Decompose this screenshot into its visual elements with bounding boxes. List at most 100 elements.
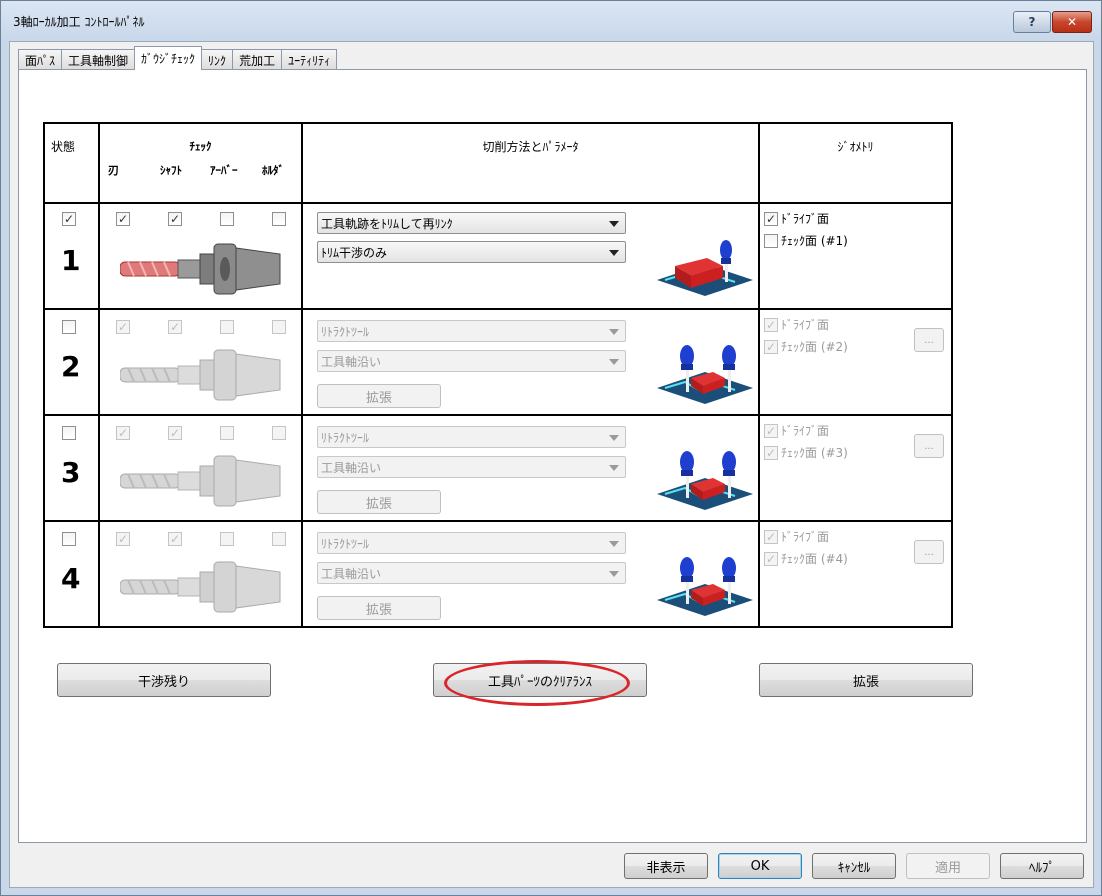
method-cell: 工具軌跡をﾄﾘﾑして再ﾘﾝｸ ﾄﾘﾑ干渉のみ — [301, 202, 760, 310]
row2-number: 2 — [61, 350, 81, 383]
tab-link[interactable]: ﾘﾝｸ — [201, 49, 234, 70]
hide-button[interactable]: 非表示 — [624, 853, 708, 879]
row1-shaft-checkbox[interactable]: ✓ — [168, 212, 182, 226]
row2-method-value: ﾘﾄﾗｸﾄﾂｰﾙ — [321, 324, 370, 339]
expand-button[interactable]: 拡張 — [759, 663, 973, 697]
row3-drive-surface: ✓ ﾄﾞﾗｲﾌﾞ面 — [764, 422, 829, 439]
dropdown-arrow-icon — [609, 435, 619, 441]
window-title: 3軸ﾛｰｶﾙ加工 ｺﾝﾄﾛｰﾙﾊﾟﾈﾙ — [13, 15, 145, 29]
row1-method-select[interactable]: 工具軌跡をﾄﾘﾑして再ﾘﾝｸ — [317, 212, 626, 234]
geometry-cell: ✓ ﾄﾞﾗｲﾌﾞ面 ✓ ﾁｪｯｸ面 (#2) ... — [758, 308, 953, 416]
row3-method-value: ﾘﾄﾗｸﾄﾂｰﾙ — [321, 430, 370, 445]
table-row: 3 ✓ ✓ ﾘﾄﾗｸﾄﾂｰﾙ 工具軸沿い 拡張 ✓ ﾄﾞﾗｲﾌﾞ面 ✓ ﾁｪｯｸ… — [43, 414, 953, 522]
geometry-cell: ✓ ﾄﾞﾗｲﾌﾞ面 ✓ ﾁｪｯｸ面 (#3) ... — [758, 414, 953, 522]
apply-button: 適用 — [906, 853, 990, 879]
ok-button[interactable]: OK — [718, 853, 802, 879]
row4-check-surface-checkbox: ✓ — [764, 551, 778, 566]
header-holder: ﾎﾙﾀﾞ — [262, 164, 284, 177]
header-method: 切削方法とﾊﾟﾗﾒｰﾀ — [301, 122, 760, 204]
help-title-button[interactable]: ? — [1013, 11, 1051, 33]
tab-utility[interactable]: ﾕｰﾃｨﾘﾃｨ — [281, 49, 338, 70]
row2-expand-button: 拡張 — [317, 384, 441, 408]
row1-drive-surface[interactable]: ✓ ﾄﾞﾗｲﾌﾞ面 — [764, 210, 829, 227]
row4-shaft-checkbox: ✓ — [168, 532, 182, 546]
row3-arbor-checkbox — [220, 426, 234, 440]
row4-check-surface: ✓ ﾁｪｯｸ面 (#4) — [764, 550, 848, 567]
title-bar[interactable]: 3軸ﾛｰｶﾙ加工 ｺﾝﾄﾛｰﾙﾊﾟﾈﾙ ? ✕ — [1, 1, 1101, 41]
row2-check-surface-label: ﾁｪｯｸ面 (#2) — [781, 340, 848, 354]
tab-gouge-check[interactable]: ｶﾞｳｼﾞﾁｪｯｸ — [134, 46, 203, 70]
dropdown-arrow-icon — [609, 541, 619, 547]
row1-arbor-checkbox[interactable] — [220, 212, 234, 226]
row3-drive-label: ﾄﾞﾗｲﾌﾞ面 — [781, 424, 830, 438]
tool-assembly-disabled-icon — [120, 561, 281, 613]
gouge-check-panel: 状態 ﾁｪｯｸ 刃 ｼｬﾌﾄ ｱｰﾊﾞｰ ﾎﾙﾀﾞ 切削方法とﾊﾟﾗﾒｰﾀ ｼﾞ… — [18, 69, 1087, 843]
row2-holder-checkbox — [272, 320, 286, 334]
table-header-row: 状態 ﾁｪｯｸ 刃 ｼｬﾌﾄ ｱｰﾊﾞｰ ﾎﾙﾀﾞ 切削方法とﾊﾟﾗﾒｰﾀ ｼﾞ… — [43, 122, 953, 204]
row3-number: 3 — [61, 456, 81, 489]
row1-check-surface[interactable]: ﾁｪｯｸ面 (#1) — [764, 232, 848, 249]
row4-param-select: 工具軸沿い — [317, 562, 626, 584]
check-cell: ✓ ✓ — [98, 520, 303, 628]
status-cell: 3 — [43, 414, 100, 522]
status-cell: 4 — [43, 520, 100, 628]
row2-drive-checkbox: ✓ — [764, 317, 778, 332]
table-row: 4 ✓ ✓ ﾘﾄﾗｸﾄﾂｰﾙ 工具軸沿い 拡張 ✓ ﾄﾞﾗｲﾌﾞ面 ✓ ﾁｪｯｸ… — [43, 520, 953, 628]
dropdown-arrow-icon — [609, 571, 619, 577]
row2-status-checkbox[interactable] — [62, 320, 76, 334]
row4-check-surface-label: ﾁｪｯｸ面 (#4) — [781, 552, 848, 566]
row1-holder-checkbox[interactable] — [272, 212, 286, 226]
row1-blade-checkbox[interactable]: ✓ — [116, 212, 130, 226]
row1-check-surface-checkbox[interactable] — [764, 233, 778, 248]
cancel-button[interactable]: ｷｬﾝｾﾙ — [812, 853, 896, 879]
row4-method-value: ﾘﾄﾗｸﾄﾂｰﾙ — [321, 536, 370, 551]
row3-check-surface: ✓ ﾁｪｯｸ面 (#3) — [764, 444, 848, 461]
status-cell: ✓ 1 — [43, 202, 100, 310]
row4-status-checkbox[interactable] — [62, 532, 76, 546]
row4-drive-label: ﾄﾞﾗｲﾌﾞ面 — [781, 530, 830, 544]
row1-drive-label: ﾄﾞﾗｲﾌﾞ面 — [781, 212, 830, 226]
row3-shaft-checkbox: ✓ — [168, 426, 182, 440]
row2-shaft-checkbox: ✓ — [168, 320, 182, 334]
row3-drive-checkbox: ✓ — [764, 423, 778, 438]
row3-status-checkbox[interactable] — [62, 426, 76, 440]
interference-remaining-button[interactable]: 干渉残り — [57, 663, 271, 697]
row3-holder-checkbox — [272, 426, 286, 440]
tool-assembly-icon — [120, 243, 281, 295]
row3-method-select: ﾘﾄﾗｸﾄﾂｰﾙ — [317, 426, 626, 448]
row3-param-select: 工具軸沿い — [317, 456, 626, 478]
row4-expand-button: 拡張 — [317, 596, 441, 620]
row4-drive-surface: ✓ ﾄﾞﾗｲﾌﾞ面 — [764, 528, 829, 545]
row1-status-checkbox[interactable]: ✓ — [62, 212, 76, 226]
row3-blade-checkbox: ✓ — [116, 426, 130, 440]
row2-param-value: 工具軸沿い — [321, 354, 382, 369]
row1-number: 1 — [61, 244, 81, 277]
row2-check-surface: ✓ ﾁｪｯｸ面 (#2) — [764, 338, 848, 355]
dropdown-arrow-icon — [609, 221, 619, 227]
row1-drive-checkbox[interactable]: ✓ — [764, 211, 778, 226]
row2-arbor-checkbox — [220, 320, 234, 334]
tab-surface-path[interactable]: 面ﾊﾟｽ — [18, 49, 63, 70]
tab-roughing[interactable]: 荒加工 — [232, 49, 283, 70]
trim-relink-illustration-icon — [657, 240, 753, 296]
table-row: ✓ 1 ✓ ✓ 工具軌跡をﾄﾘﾑして再ﾘﾝｸ ﾄﾘﾑ干渉のみ ✓ ﾄﾞﾗｲﾌﾞ面… — [43, 202, 953, 310]
row4-blade-checkbox: ✓ — [116, 532, 130, 546]
dialog-window: 3軸ﾛｰｶﾙ加工 ｺﾝﾄﾛｰﾙﾊﾟﾈﾙ ? ✕ 面ﾊﾟｽ 工具軸制御 ｶﾞｳｼﾞ… — [0, 0, 1102, 896]
status-cell: 2 — [43, 308, 100, 416]
row4-number: 4 — [61, 562, 81, 595]
row3-param-value: 工具軸沿い — [321, 460, 382, 475]
row2-drive-label: ﾄﾞﾗｲﾌﾞ面 — [781, 318, 830, 332]
header-check-title: ﾁｪｯｸ — [189, 140, 212, 153]
row4-holder-checkbox — [272, 532, 286, 546]
table-row: 2 ✓ ✓ ﾘﾄﾗｸﾄﾂｰﾙ 工具軸沿い 拡張 ✓ ﾄﾞﾗｲﾌﾞ面 ✓ ﾁｪｯｸ… — [43, 308, 953, 416]
row1-param-value: ﾄﾘﾑ干渉のみ — [321, 245, 388, 260]
geometry-cell: ✓ ﾄﾞﾗｲﾌﾞ面 ✓ ﾁｪｯｸ面 (#4) ... — [758, 520, 953, 628]
dropdown-arrow-icon — [609, 329, 619, 335]
close-button[interactable]: ✕ — [1052, 11, 1092, 33]
geometry-cell: ✓ ﾄﾞﾗｲﾌﾞ面 ﾁｪｯｸ面 (#1) — [758, 202, 953, 310]
retract-tool-illustration-icon — [657, 345, 753, 404]
row1-param-select[interactable]: ﾄﾘﾑ干渉のみ — [317, 241, 626, 263]
help-button[interactable]: ﾍﾙﾌﾟ — [1000, 853, 1084, 879]
tab-tool-axis[interactable]: 工具軸制御 — [61, 49, 136, 70]
row3-check-surface-label: ﾁｪｯｸ面 (#3) — [781, 446, 848, 460]
